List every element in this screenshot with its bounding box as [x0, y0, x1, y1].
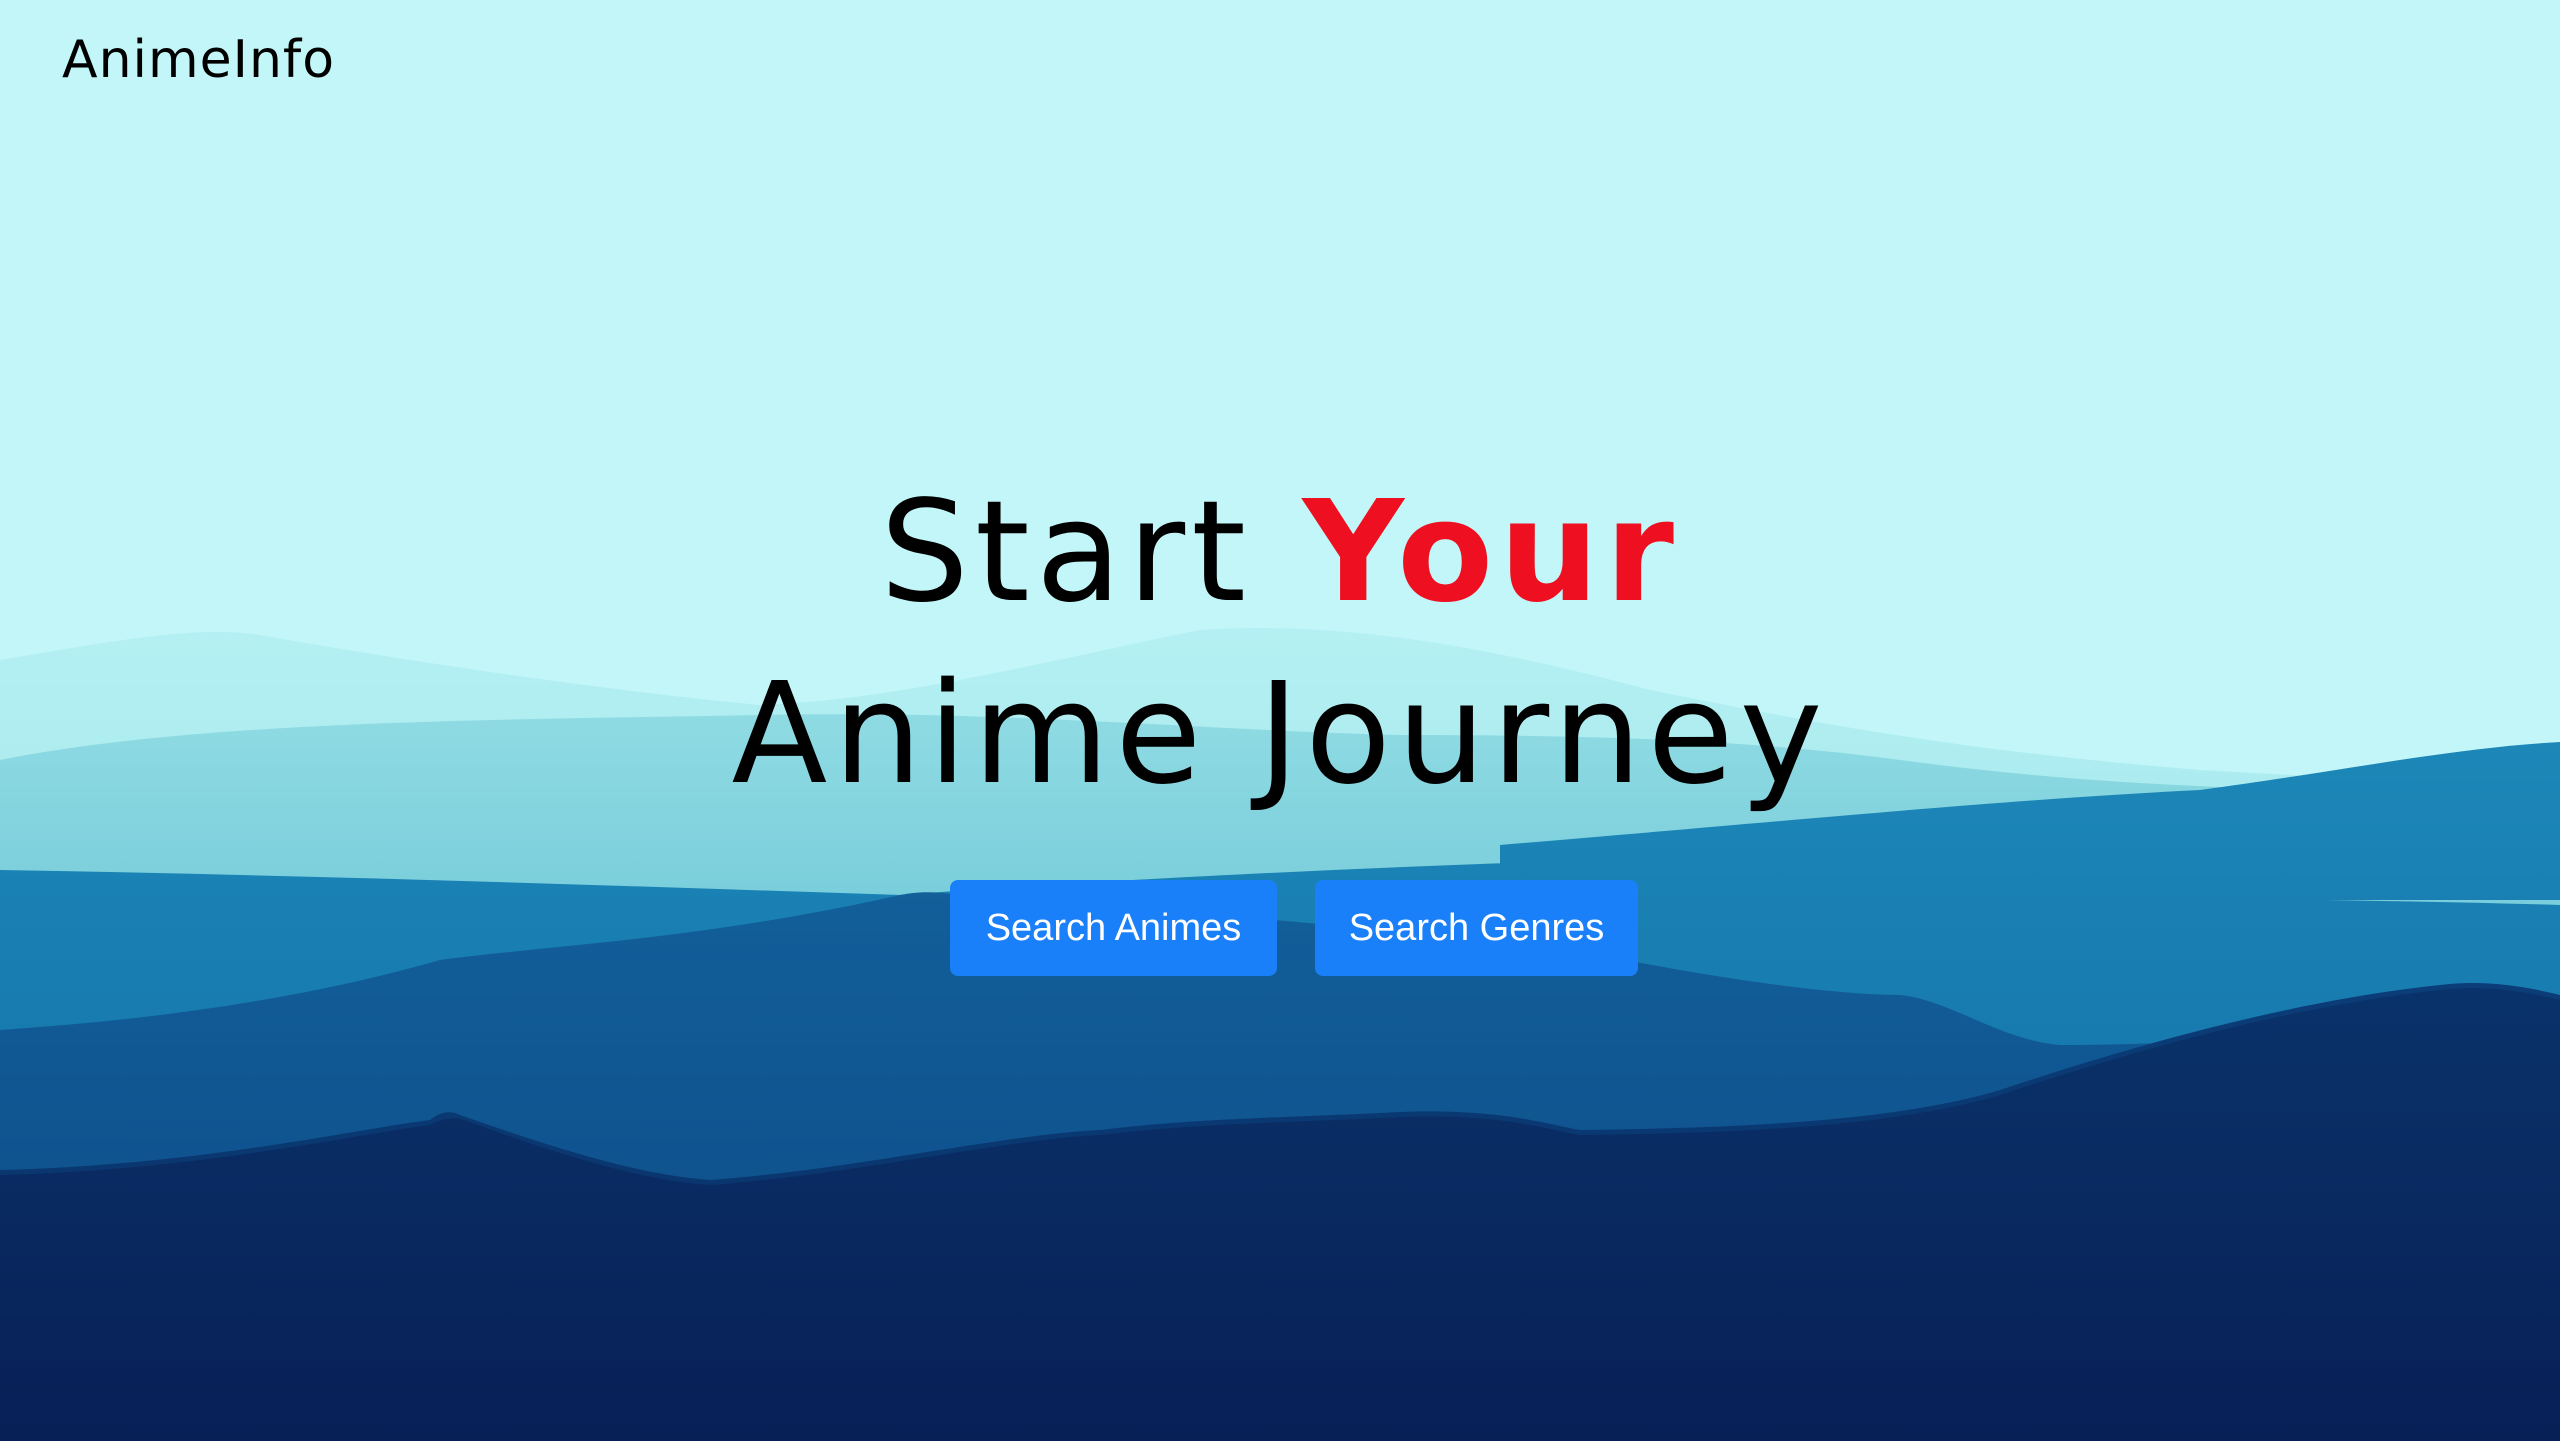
- search-genres-button[interactable]: Search Genres: [1315, 880, 1638, 976]
- hero-title-rest: Anime Journey: [731, 653, 1829, 816]
- hero-section: Start Your Anime Journey: [0, 462, 2560, 826]
- hero-actions: Search Animes Search Genres: [950, 880, 1638, 976]
- hero-title: Start Your Anime Journey: [680, 462, 1880, 826]
- search-animes-button[interactable]: Search Animes: [950, 880, 1277, 976]
- hero-title-start: Start: [880, 471, 1303, 634]
- hero-title-accent: Your: [1302, 471, 1680, 634]
- brand-logo-link[interactable]: AnimeInfo: [62, 24, 335, 96]
